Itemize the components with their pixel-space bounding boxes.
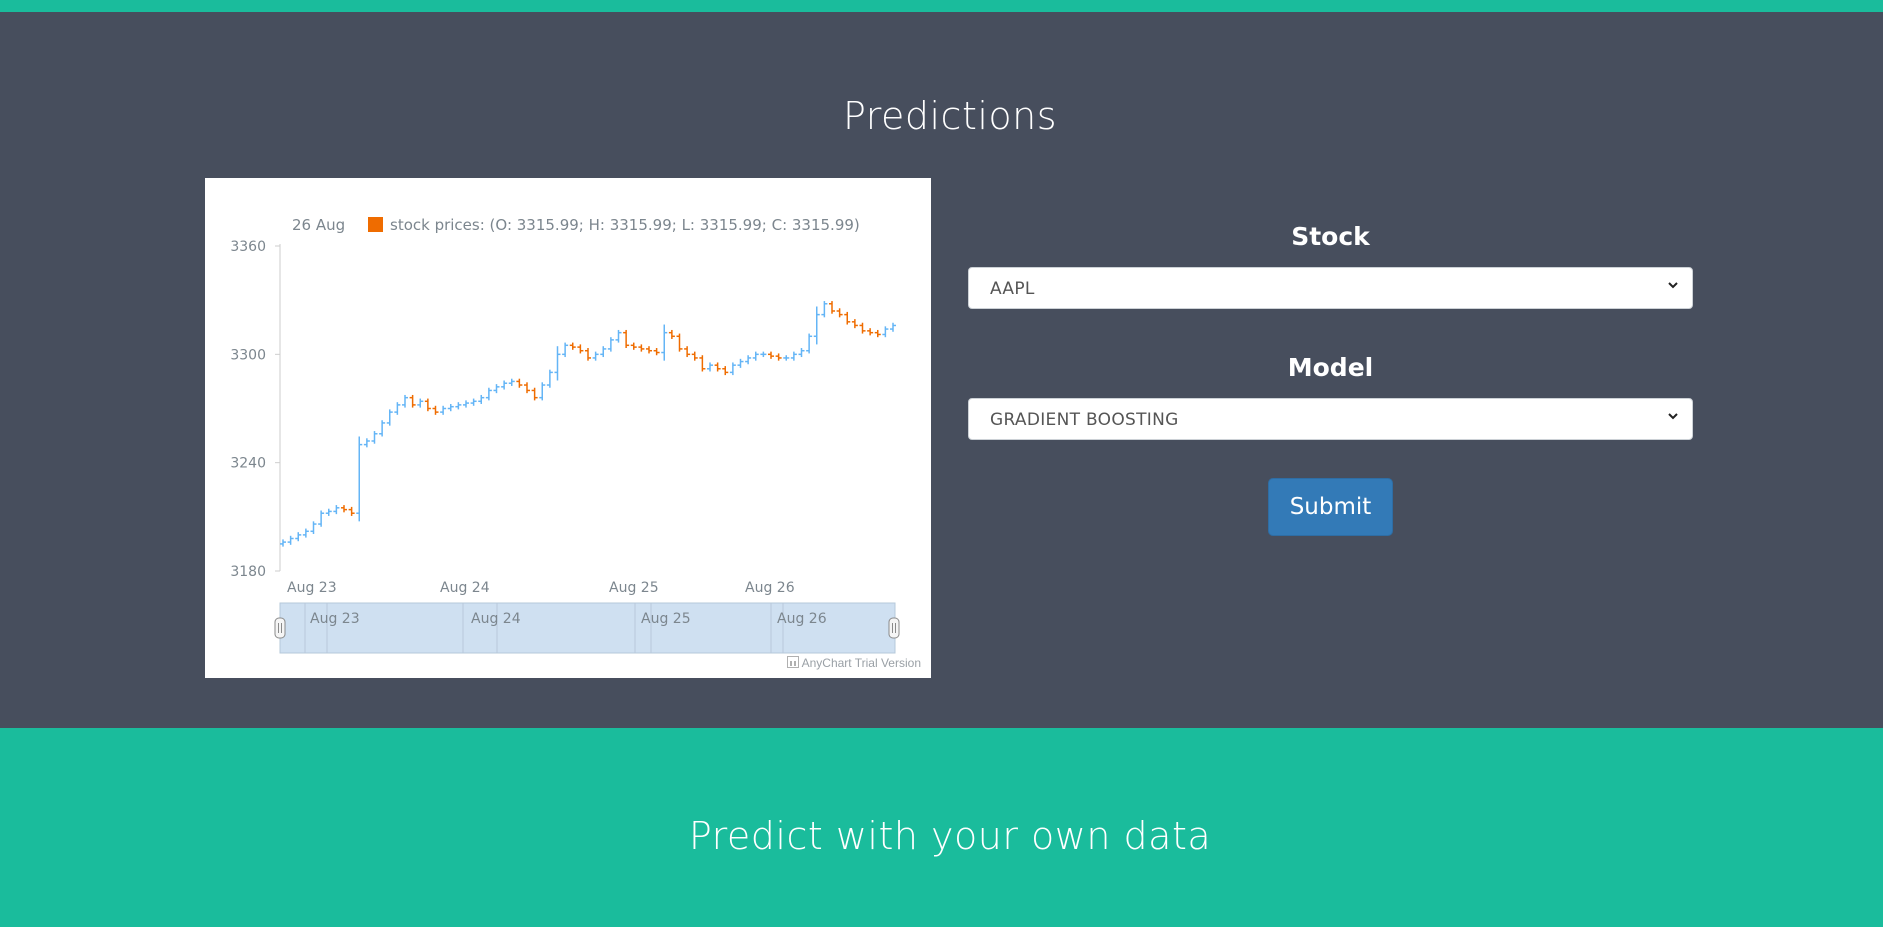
x-tick-label: Aug 23: [287, 580, 337, 596]
model-label: Model: [1287, 353, 1374, 382]
model-select[interactable]: GRADIENT BOOSTING: [968, 398, 1693, 440]
model-select-value: GRADIENT BOOSTING: [990, 410, 1179, 430]
footer-title: Predict with your own data: [688, 814, 1212, 858]
stock-select[interactable]: AAPL: [968, 267, 1693, 309]
y-tick-label: 3300: [230, 347, 266, 363]
legend-swatch-icon: [368, 217, 383, 232]
chevron-down-icon: [1668, 413, 1678, 420]
top-accent-bar: [0, 0, 1883, 12]
anychart-logo-icon: [786, 656, 799, 668]
y-tick-label: 3240: [230, 456, 266, 472]
x-tick-label: Aug 24: [440, 580, 490, 596]
submit-button[interactable]: Submit: [1268, 478, 1393, 536]
y-tick-label: 3360: [230, 239, 266, 255]
x-tick-label: Aug 26: [745, 580, 795, 596]
scroller-label: Aug 24: [471, 611, 521, 627]
footer-section: Predict with your own data: [0, 728, 1883, 927]
scroller-label: Aug 26: [777, 611, 827, 627]
stock-select-value: AAPL: [990, 279, 1035, 299]
chart-credits[interactable]: AnyChart Trial Version: [786, 656, 921, 670]
page-title: Predictions: [842, 94, 1058, 138]
stock-chart[interactable]: 3180 3240 3300 3360 Aug 23 Aug 24 Aug 25 Aug 26…: [205, 178, 931, 678]
chart-canvas: 3180 3240 3300 3360 Aug 23 Aug 24 Aug 25 Aug 26…: [230, 239, 900, 654]
scroller-left-handle: [274, 617, 286, 639]
y-tick-label: 3180: [230, 564, 266, 580]
x-tick-label: Aug 25: [609, 580, 659, 596]
legend-series-label: stock prices: (O: 3315.99; H: 3315.99; L…: [390, 216, 860, 234]
legend-date: 26 Aug: [292, 216, 346, 234]
scroller-label: Aug 25: [641, 611, 691, 627]
scroller-label: Aug 23: [310, 611, 360, 627]
chevron-down-icon: [1668, 282, 1678, 289]
scroller-right-handle: [888, 617, 900, 639]
stock-label: Stock: [1291, 222, 1370, 251]
credits-text: AnyChart Trial Version: [801, 656, 921, 670]
